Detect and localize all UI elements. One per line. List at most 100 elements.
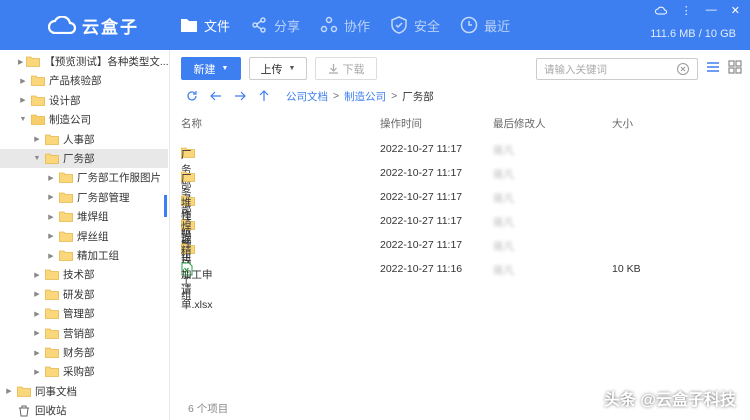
download-icon [328, 64, 338, 74]
menu-icon[interactable]: ⋮ [681, 4, 692, 17]
nav-share[interactable]: 分享 [240, 0, 310, 50]
tree-item-label: 设计部 [49, 94, 81, 107]
tree-item[interactable]: ▶ 【预览测试】各种类型文... [0, 52, 168, 71]
file-time: 2022-10-27 11:17 [380, 239, 463, 251]
tree-item[interactable]: ▶ 研发部 [0, 285, 168, 304]
tree-item[interactable]: ▶ 精加工组 [0, 246, 168, 265]
upload-button[interactable]: 上传 ▼ [249, 57, 307, 80]
nav-files[interactable]: 文件 [170, 0, 240, 50]
close-icon[interactable]: ✕ [731, 4, 740, 17]
tree-item[interactable]: 回收站 [0, 401, 168, 420]
col-size[interactable]: 大小 [612, 116, 633, 131]
caret-right-icon[interactable]: ▶ [46, 193, 56, 201]
caret-right-icon[interactable]: ▶ [32, 135, 42, 143]
tree-item[interactable]: ▼ 厂务部 [0, 149, 168, 168]
caret-right-icon[interactable]: ▶ [18, 96, 28, 104]
clear-icon[interactable] [677, 63, 689, 75]
caret-right-icon[interactable]: ▶ [46, 252, 56, 260]
download-button[interactable]: 下载 [315, 57, 377, 80]
caret-right-icon[interactable]: ▶ [46, 213, 56, 221]
file-time: 2022-10-27 11:16 [380, 263, 463, 275]
caret-right-icon[interactable]: ▶ [18, 58, 23, 66]
back-arrow-icon[interactable] [210, 90, 222, 102]
tree-item[interactable]: ▶ 同事文档 [0, 382, 168, 401]
breadcrumb-item[interactable]: 制造公司 [344, 89, 386, 104]
file-size: 10 KB [612, 263, 641, 275]
tree-item[interactable]: ▶ 财务部 [0, 343, 168, 362]
caret-right-icon[interactable]: ▶ [32, 329, 42, 337]
file-name: 加工申请单.xlsx [181, 269, 213, 311]
caret-right-icon[interactable]: ▶ [4, 387, 14, 395]
caret-right-icon[interactable]: ▶ [32, 290, 42, 298]
item-count: 6 个项目 [188, 403, 229, 415]
col-time[interactable]: 操作时间 [380, 116, 422, 131]
caret-right-icon[interactable]: ▶ [18, 77, 28, 85]
tree-item[interactable]: ▶ 设计部 [0, 91, 168, 110]
caret-down-icon[interactable]: ▼ [32, 155, 42, 162]
folder-icon [45, 269, 59, 281]
tree-item[interactable]: ▶ 技术部 [0, 265, 168, 284]
caret-down-icon: ▼ [288, 65, 296, 72]
table-row[interactable]: 厂务部管理2022-10-27 11:17蒋凡 [172, 162, 750, 245]
caret-right-icon[interactable]: ▶ [32, 310, 42, 318]
minimize-icon[interactable]: — [706, 4, 717, 17]
file-name-cell: 加工申请单.xlsx [181, 262, 213, 311]
tree-item[interactable]: ▶ 产品核验部 [0, 71, 168, 90]
upload-cloud-icon[interactable] [654, 4, 667, 16]
caret-down-icon[interactable]: ▼ [18, 116, 28, 123]
new-button[interactable]: 新建 ▼ [181, 57, 241, 80]
tree-item[interactable]: ▶ 采购部 [0, 362, 168, 381]
nav-collaborate[interactable]: 协作 [310, 0, 380, 50]
nav-security[interactable]: 安全 [380, 0, 450, 50]
search-input[interactable]: 请输入关键词 [536, 58, 698, 80]
table-row[interactable]: 堆焊组 2022-10-27 11:17 蒋凡 [172, 186, 750, 239]
folder-icon [31, 95, 45, 106]
caret-right-icon[interactable]: ▶ [32, 271, 42, 279]
new-button-label: 新建 [193, 63, 216, 76]
tree-item[interactable]: ▶ 厂务部工作服图片 [0, 168, 168, 187]
folder-icon [59, 192, 73, 203]
tree-item-label: 研发部 [63, 288, 95, 301]
navigation-bar: 公司文档 > 制造公司 > 厂务部 [186, 87, 434, 105]
tree-item-label: 回收站 [35, 405, 67, 418]
file-modifier: 蒋凡 [493, 265, 514, 277]
folder-icon [59, 211, 73, 223]
file-modifier: 蒋凡 [493, 241, 514, 253]
col-modifier[interactable]: 最后修改人 [493, 116, 546, 131]
table-row[interactable]: 厂务部工作服图片2022-10-27 11:17蒋凡 [172, 138, 750, 266]
caret-right-icon[interactable]: ▶ [46, 232, 56, 240]
caret-right-icon[interactable]: ▶ [32, 349, 42, 357]
tree-item[interactable]: ▶ 营销部 [0, 324, 168, 343]
folder-icon [45, 366, 59, 378]
col-name[interactable]: 名称 [181, 116, 202, 131]
grid-view-icon[interactable] [728, 60, 742, 74]
table-row[interactable]: 加工申请单.xlsx 2022-10-27 11:16 蒋凡 10 KB [172, 258, 750, 311]
file-time: 2022-10-27 11:17 [380, 143, 463, 155]
file-time: 2022-10-27 11:17 [380, 215, 463, 227]
tree-item[interactable]: ▶ 焊丝组 [0, 227, 168, 246]
tree-item[interactable]: ▶ 管理部 [0, 304, 168, 323]
caret-right-icon[interactable]: ▶ [32, 368, 42, 376]
table-row[interactable]: 焊丝组 2022-10-27 11:17 蒋凡 [172, 210, 750, 263]
forward-arrow-icon[interactable] [234, 90, 246, 102]
table-row[interactable]: 精加工组2022-10-27 11:17蒋凡 [172, 234, 750, 302]
nav-recent[interactable]: 最近 [450, 0, 520, 50]
up-arrow-icon[interactable] [258, 90, 270, 102]
folder-icon [59, 231, 73, 242]
tree-item-label: 厂务部 [63, 153, 95, 165]
clock-icon [460, 16, 478, 34]
refresh-icon[interactable] [186, 90, 198, 102]
list-view-icon[interactable] [706, 60, 720, 74]
tree-item-label: 同事文档 [35, 385, 77, 398]
tree-item-label: 精加工组 [77, 250, 119, 262]
folder-icon [45, 347, 59, 358]
tree-item[interactable]: ▼ 制造公司 [0, 110, 168, 129]
tree-item-label: 人事部 [63, 133, 95, 146]
tree-item[interactable]: ▶ 人事部 [0, 130, 168, 149]
breadcrumb-item[interactable]: 公司文档 [286, 89, 328, 104]
upload-button-label: 上传 [260, 63, 283, 76]
tree-item[interactable]: ▶ 厂务部管理 [0, 188, 168, 207]
trash-icon [17, 405, 31, 417]
tree-item[interactable]: ▶ 堆焊组 [0, 207, 168, 226]
caret-right-icon[interactable]: ▶ [46, 174, 56, 182]
